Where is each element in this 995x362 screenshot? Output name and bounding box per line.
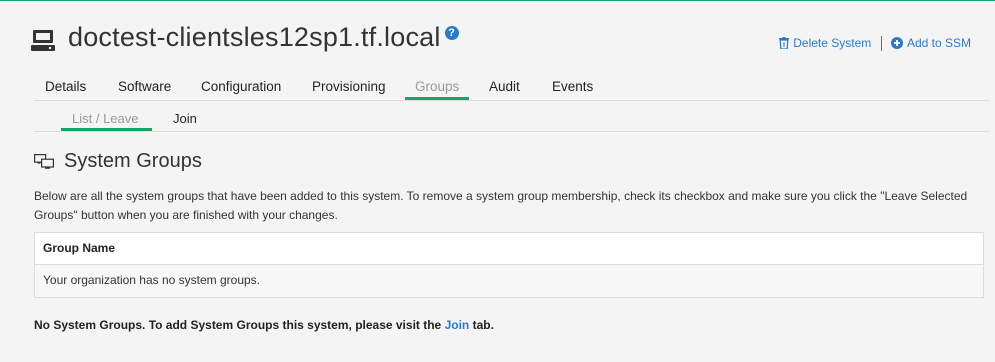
delete-system-label: Delete System — [793, 36, 872, 50]
sub-tabs: List / Leave Join — [34, 108, 989, 132]
system-name: doctest-clientsles12sp1.tf.local — [68, 22, 441, 52]
active-tab-indicator — [405, 97, 469, 100]
footer-note-suffix: tab. — [469, 318, 494, 332]
tab-audit[interactable]: Audit — [489, 79, 520, 94]
empty-table-message: Your organization has no system groups. — [35, 265, 983, 297]
delete-system-button[interactable]: Delete System — [779, 36, 874, 50]
section-title: System Groups — [64, 150, 202, 172]
footer-note: No System Groups. To add System Groups t… — [34, 318, 494, 332]
question-circle-icon[interactable]: ? — [444, 26, 459, 40]
active-subtab-indicator — [61, 128, 152, 131]
page-title: doctest-clientsles12sp1.tf.local? — [68, 22, 459, 53]
trash-icon — [779, 37, 790, 49]
top-accent-line — [0, 0, 995, 1]
action-divider — [880, 36, 882, 52]
tab-groups[interactable]: Groups — [415, 79, 459, 94]
system-actions: Delete System Add to SSM — [779, 36, 971, 52]
section-description: Below are all the system groups that hav… — [34, 189, 968, 222]
tab-configuration[interactable]: Configuration — [201, 79, 281, 94]
join-link[interactable]: Join — [445, 318, 470, 332]
add-to-ssm-label: Add to SSM — [906, 36, 971, 50]
subtab-join[interactable]: Join — [173, 111, 197, 126]
column-header-group-name[interactable]: Group Name — [35, 233, 983, 265]
section-heading: System Groups — [34, 150, 202, 173]
plus-circle-icon — [890, 37, 903, 49]
subtab-list-leave[interactable]: List / Leave — [72, 111, 139, 126]
tab-software[interactable]: Software — [118, 79, 171, 94]
desktop-icon — [31, 30, 55, 51]
tab-details[interactable]: Details — [45, 79, 86, 94]
add-to-ssm-button[interactable]: Add to SSM — [888, 36, 971, 50]
footer-note-prefix: No System Groups. To add System Groups t… — [34, 318, 445, 332]
tab-provisioning[interactable]: Provisioning — [312, 79, 386, 94]
groups-table: Group Name Your organization has no syst… — [34, 232, 984, 298]
tab-events[interactable]: Events — [552, 79, 593, 94]
desktops-icon — [34, 154, 54, 169]
main-tabs: Details Software Configuration Provision… — [34, 76, 989, 101]
